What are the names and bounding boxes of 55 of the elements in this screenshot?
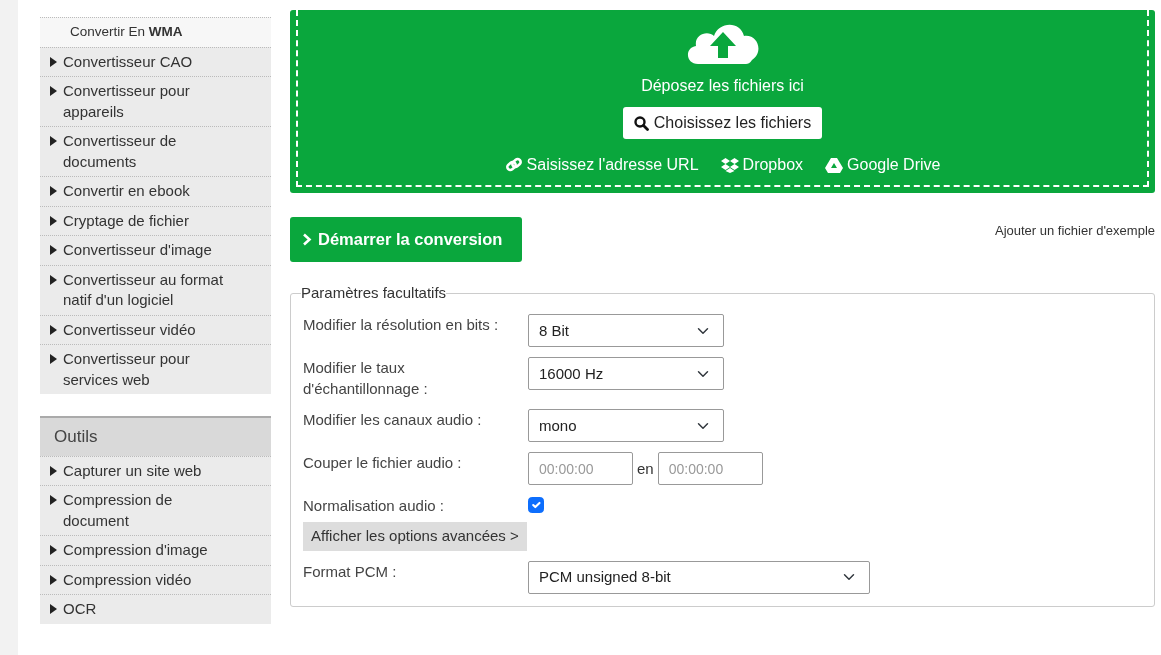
separator-text: en bbox=[637, 458, 654, 479]
link-icon bbox=[504, 157, 523, 173]
field-label: Normalisation audio : bbox=[303, 496, 445, 517]
example-file-link[interactable]: Ajouter un fichier d'exemple bbox=[995, 221, 1155, 262]
sidebar-item[interactable]: Compression vidéo bbox=[40, 564, 271, 594]
sidebar-item[interactable]: Convertisseur vidéo bbox=[40, 314, 271, 344]
time-field[interactable]: 00:00:00 bbox=[657, 452, 763, 486]
sidebar-item[interactable]: Convertisseur de documents bbox=[40, 126, 271, 176]
triangle-icon bbox=[50, 574, 57, 585]
checkbox[interactable] bbox=[528, 497, 544, 514]
chevron-icon bbox=[302, 232, 312, 246]
sidebar-item[interactable]: Convertisseur d'image bbox=[40, 235, 271, 265]
triangle-logo-icon bbox=[825, 157, 844, 173]
time-field[interactable]: 00:00:00 bbox=[528, 452, 633, 486]
field-label: Modifier le taux d'échantillonnage : bbox=[303, 358, 429, 400]
section-heading: Outils bbox=[40, 416, 271, 456]
pcm-format-select[interactable]: PCM unsigned 8-bit bbox=[528, 560, 870, 594]
triangle-icon bbox=[50, 186, 57, 196]
dropdown[interactable]: 16000 Hz bbox=[528, 357, 724, 391]
sidebar-item[interactable]: Compression de document bbox=[40, 485, 271, 535]
field-label: Modifier les canaux audio : bbox=[303, 410, 483, 431]
sidebar-item[interactable]: Compression d'image bbox=[40, 535, 271, 565]
sidebar-item[interactable]: Convertisseur pour appareils bbox=[40, 76, 271, 126]
sidebar-item[interactable]: Convertisseur pour services web bbox=[40, 344, 271, 394]
triangle-icon bbox=[50, 545, 57, 555]
box-icon bbox=[720, 157, 739, 173]
triangle-icon bbox=[50, 56, 57, 67]
dropdown[interactable]: mono bbox=[528, 409, 724, 443]
triangle-icon bbox=[50, 495, 57, 505]
triangle-icon bbox=[50, 245, 57, 255]
field-label: Format PCM : bbox=[303, 561, 398, 582]
panel-legend: Paramètres facultatifs bbox=[301, 281, 447, 305]
choose-files-button[interactable]: Choisissez les fichiers bbox=[622, 107, 823, 139]
triangle-icon bbox=[50, 274, 57, 285]
triangle-icon bbox=[50, 86, 57, 96]
field-label: Modifier la résolution en bits : bbox=[303, 315, 500, 336]
drop-zone[interactable]: Déposez les fichiers ici Choisissez les fichiers Saisissez l'adresse URL Dropbox Google Drive bbox=[290, 10, 1155, 193]
advanced-options-button[interactable]: Afficher les options avancées > bbox=[303, 522, 527, 551]
sidebar-item[interactable]: OCR bbox=[40, 594, 271, 624]
search-icon bbox=[633, 115, 649, 131]
triangle-icon bbox=[50, 354, 57, 364]
dropdown[interactable]: 8 Bit bbox=[528, 314, 724, 348]
field-label: Couper le fichier audio : bbox=[303, 453, 463, 474]
sidebar-item[interactable]: Convertisseur CAO bbox=[40, 46, 271, 76]
triangle-icon bbox=[50, 604, 57, 614]
sidebar-item[interactable]: Cryptage de fichier bbox=[40, 205, 271, 235]
drop-text: Déposez les fichiers ici bbox=[641, 76, 804, 96]
sidebar-item[interactable]: Convertisseur au format natif d'un logiciel bbox=[40, 264, 271, 315]
triangle-icon bbox=[50, 324, 57, 335]
triangle-icon bbox=[50, 215, 57, 226]
sidebar-item[interactable]: Convertir en ebook bbox=[40, 176, 271, 206]
triangle-icon bbox=[50, 136, 57, 146]
sidebar-item[interactable]: Capturer un site web bbox=[40, 455, 271, 485]
sidebar-item[interactable]: Convertir En WMA bbox=[40, 17, 271, 47]
triangle-icon bbox=[50, 465, 57, 476]
